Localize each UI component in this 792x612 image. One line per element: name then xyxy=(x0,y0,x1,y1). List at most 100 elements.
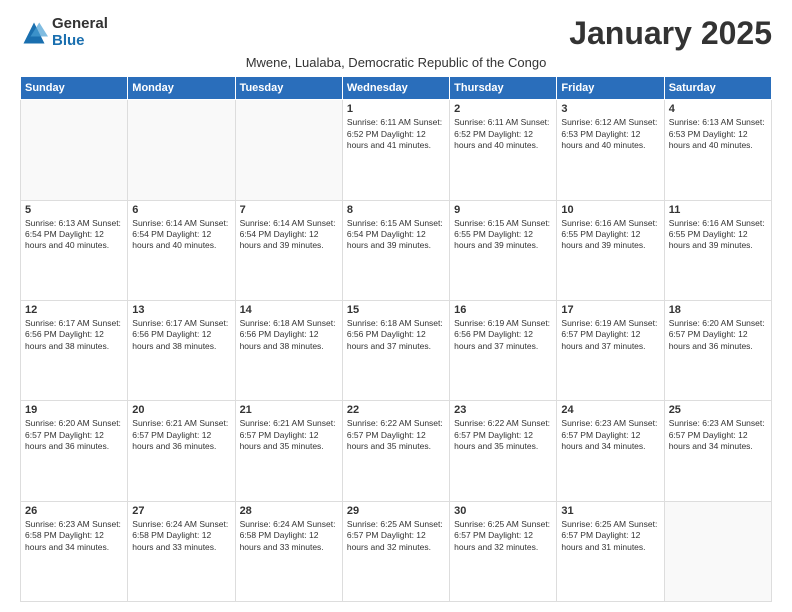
day-info: Sunrise: 6:19 AM Sunset: 6:56 PM Dayligh… xyxy=(454,318,552,352)
day-info: Sunrise: 6:25 AM Sunset: 6:57 PM Dayligh… xyxy=(454,519,552,553)
day-info: Sunrise: 6:22 AM Sunset: 6:57 PM Dayligh… xyxy=(454,418,552,452)
month-title: January 2025 xyxy=(569,16,772,51)
day-cell: 14 Sunrise: 6:18 AM Sunset: 6:56 PM Dayli… xyxy=(235,300,342,400)
page: General Blue January 2025 Mwene, Lualaba… xyxy=(0,0,792,612)
day-number: 26 xyxy=(25,505,123,517)
week-row-1: 1 Sunrise: 6:11 AM Sunset: 6:52 PM Daylig… xyxy=(21,100,772,200)
day-number: 30 xyxy=(454,505,552,517)
subtitle: Mwene, Lualaba, Democratic Republic of t… xyxy=(20,55,772,70)
day-info: Sunrise: 6:18 AM Sunset: 6:56 PM Dayligh… xyxy=(347,318,445,352)
day-cell: 31 Sunrise: 6:25 AM Sunset: 6:57 PM Dayli… xyxy=(557,501,664,601)
col-monday: Monday xyxy=(128,77,235,100)
day-info: Sunrise: 6:14 AM Sunset: 6:54 PM Dayligh… xyxy=(132,218,230,252)
day-cell: 30 Sunrise: 6:25 AM Sunset: 6:57 PM Dayli… xyxy=(450,501,557,601)
day-cell: 6 Sunrise: 6:14 AM Sunset: 6:54 PM Daylig… xyxy=(128,200,235,300)
day-info: Sunrise: 6:24 AM Sunset: 6:58 PM Dayligh… xyxy=(132,519,230,553)
day-cell: 18 Sunrise: 6:20 AM Sunset: 6:57 PM Dayli… xyxy=(664,300,771,400)
day-number: 5 xyxy=(25,204,123,216)
day-cell: 4Sunrise: 6:13 AM Sunset: 6:53 PM Daylig… xyxy=(664,100,771,200)
calendar: Sunday Monday Tuesday Wednesday Thursday… xyxy=(20,76,772,602)
logo-icon xyxy=(20,19,48,47)
day-info: Sunrise: 6:22 AM Sunset: 6:57 PM Dayligh… xyxy=(347,418,445,452)
day-cell: 12Sunrise: 6:17 AM Sunset: 6:56 PM Dayli… xyxy=(21,300,128,400)
week-row-4: 19 Sunrise: 6:20 AM Sunset: 6:57 PM Dayli… xyxy=(21,401,772,501)
day-number: 27 xyxy=(132,505,230,517)
day-info: Sunrise: 6:18 AM Sunset: 6:56 PM Dayligh… xyxy=(240,318,338,352)
day-cell: 28Sunrise: 6:24 AM Sunset: 6:58 PM Dayli… xyxy=(235,501,342,601)
week-row-2: 5Sunrise: 6:13 AM Sunset: 6:54 PM Daylig… xyxy=(21,200,772,300)
day-cell xyxy=(664,501,771,601)
col-tuesday: Tuesday xyxy=(235,77,342,100)
day-cell xyxy=(128,100,235,200)
day-number: 31 xyxy=(561,505,659,517)
day-number: 28 xyxy=(240,505,338,517)
day-info: Sunrise: 6:17 AM Sunset: 6:56 PM Dayligh… xyxy=(132,318,230,352)
day-cell: 17 Sunrise: 6:19 AM Sunset: 6:57 PM Dayli… xyxy=(557,300,664,400)
day-number: 1 xyxy=(347,103,445,115)
day-number: 21 xyxy=(240,404,338,416)
day-cell: 15 Sunrise: 6:18 AM Sunset: 6:56 PM Dayli… xyxy=(342,300,449,400)
week-row-5: 26 Sunrise: 6:23 AM Sunset: 6:58 PM Dayli… xyxy=(21,501,772,601)
day-number: 4 xyxy=(669,103,767,115)
col-sunday: Sunday xyxy=(21,77,128,100)
day-cell xyxy=(21,100,128,200)
day-info: Sunrise: 6:15 AM Sunset: 6:54 PM Dayligh… xyxy=(347,218,445,252)
day-info: Sunrise: 6:20 AM Sunset: 6:57 PM Dayligh… xyxy=(25,418,123,452)
day-info: Sunrise: 6:23 AM Sunset: 6:57 PM Dayligh… xyxy=(669,418,767,452)
day-info: Sunrise: 6:23 AM Sunset: 6:58 PM Dayligh… xyxy=(25,519,123,553)
logo: General Blue xyxy=(20,16,108,49)
day-info: Sunrise: 6:19 AM Sunset: 6:57 PM Dayligh… xyxy=(561,318,659,352)
day-number: 17 xyxy=(561,304,659,316)
day-info: Sunrise: 6:25 AM Sunset: 6:57 PM Dayligh… xyxy=(561,519,659,553)
day-number: 6 xyxy=(132,204,230,216)
day-number: 11 xyxy=(669,204,767,216)
col-wednesday: Wednesday xyxy=(342,77,449,100)
day-info: Sunrise: 6:25 AM Sunset: 6:57 PM Dayligh… xyxy=(347,519,445,553)
day-number: 14 xyxy=(240,304,338,316)
day-info: Sunrise: 6:21 AM Sunset: 6:57 PM Dayligh… xyxy=(240,418,338,452)
day-cell: 26 Sunrise: 6:23 AM Sunset: 6:58 PM Dayli… xyxy=(21,501,128,601)
day-info: Sunrise: 6:23 AM Sunset: 6:57 PM Dayligh… xyxy=(561,418,659,452)
day-cell: 7Sunrise: 6:14 AM Sunset: 6:54 PM Daylig… xyxy=(235,200,342,300)
day-cell: 21 Sunrise: 6:21 AM Sunset: 6:57 PM Dayli… xyxy=(235,401,342,501)
calendar-body: 1 Sunrise: 6:11 AM Sunset: 6:52 PM Daylig… xyxy=(21,100,772,602)
day-number: 3 xyxy=(561,103,659,115)
day-info: Sunrise: 6:21 AM Sunset: 6:57 PM Dayligh… xyxy=(132,418,230,452)
day-cell: 19 Sunrise: 6:20 AM Sunset: 6:57 PM Dayli… xyxy=(21,401,128,501)
title-section: January 2025 xyxy=(569,16,772,51)
day-cell: 8Sunrise: 6:15 AM Sunset: 6:54 PM Daylig… xyxy=(342,200,449,300)
day-cell: 23 Sunrise: 6:22 AM Sunset: 6:57 PM Dayli… xyxy=(450,401,557,501)
day-cell: 11 Sunrise: 6:16 AM Sunset: 6:55 PM Dayli… xyxy=(664,200,771,300)
day-number: 23 xyxy=(454,404,552,416)
logo-blue: Blue xyxy=(52,33,108,50)
day-number: 9 xyxy=(454,204,552,216)
calendar-header: Sunday Monday Tuesday Wednesday Thursday… xyxy=(21,77,772,100)
day-info: Sunrise: 6:11 AM Sunset: 6:52 PM Dayligh… xyxy=(347,117,445,151)
day-cell: 2Sunrise: 6:11 AM Sunset: 6:52 PM Daylig… xyxy=(450,100,557,200)
day-number: 20 xyxy=(132,404,230,416)
day-number: 12 xyxy=(25,304,123,316)
header-row: Sunday Monday Tuesday Wednesday Thursday… xyxy=(21,77,772,100)
day-info: Sunrise: 6:11 AM Sunset: 6:52 PM Dayligh… xyxy=(454,117,552,151)
day-cell: 24 Sunrise: 6:23 AM Sunset: 6:57 PM Dayli… xyxy=(557,401,664,501)
day-number: 10 xyxy=(561,204,659,216)
day-number: 15 xyxy=(347,304,445,316)
day-number: 22 xyxy=(347,404,445,416)
day-number: 24 xyxy=(561,404,659,416)
day-info: Sunrise: 6:16 AM Sunset: 6:55 PM Dayligh… xyxy=(669,218,767,252)
day-cell: 9 Sunrise: 6:15 AM Sunset: 6:55 PM Daylig… xyxy=(450,200,557,300)
day-cell: 22 Sunrise: 6:22 AM Sunset: 6:57 PM Dayli… xyxy=(342,401,449,501)
day-number: 19 xyxy=(25,404,123,416)
day-number: 7 xyxy=(240,204,338,216)
day-number: 29 xyxy=(347,505,445,517)
day-info: Sunrise: 6:16 AM Sunset: 6:55 PM Dayligh… xyxy=(561,218,659,252)
col-saturday: Saturday xyxy=(664,77,771,100)
day-info: Sunrise: 6:15 AM Sunset: 6:55 PM Dayligh… xyxy=(454,218,552,252)
day-info: Sunrise: 6:20 AM Sunset: 6:57 PM Dayligh… xyxy=(669,318,767,352)
day-cell: 3 Sunrise: 6:12 AM Sunset: 6:53 PM Daylig… xyxy=(557,100,664,200)
day-cell: 5Sunrise: 6:13 AM Sunset: 6:54 PM Daylig… xyxy=(21,200,128,300)
day-number: 18 xyxy=(669,304,767,316)
day-cell: 13Sunrise: 6:17 AM Sunset: 6:56 PM Dayli… xyxy=(128,300,235,400)
day-cell: 20 Sunrise: 6:21 AM Sunset: 6:57 PM Dayli… xyxy=(128,401,235,501)
day-info: Sunrise: 6:12 AM Sunset: 6:53 PM Dayligh… xyxy=(561,117,659,151)
